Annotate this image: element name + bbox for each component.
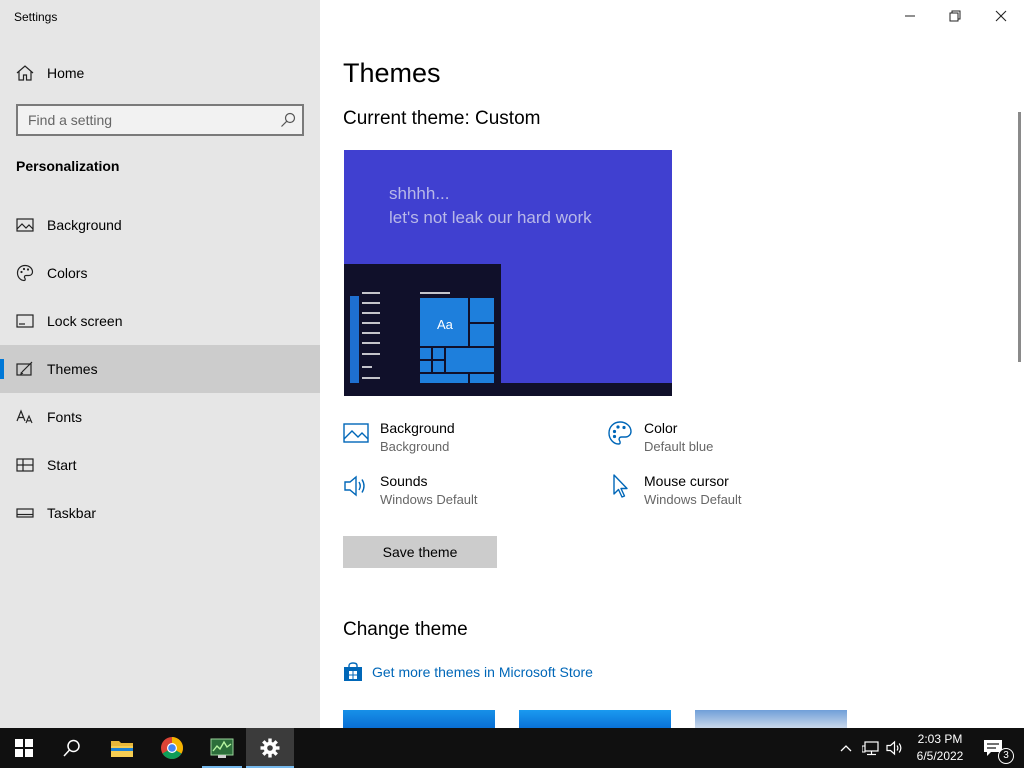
picture-icon xyxy=(343,423,369,443)
sidebar-item-lock-screen[interactable]: Lock screen xyxy=(0,297,320,345)
speaker-icon xyxy=(344,475,365,497)
chevron-up-icon xyxy=(840,745,852,752)
notification-count-badge: 3 xyxy=(998,748,1014,764)
active-indicator xyxy=(0,359,4,379)
sounds-option-value: Windows Default xyxy=(380,492,478,507)
search-icon[interactable] xyxy=(280,112,296,128)
speaker-icon xyxy=(886,740,902,756)
picture-icon xyxy=(16,218,34,232)
current-theme-label: Current theme: Custom xyxy=(343,108,541,129)
theme-thumbnail[interactable] xyxy=(343,710,495,728)
main-content: Themes Current theme: Custom shhhh... le… xyxy=(320,0,1024,728)
section-label-personalization: Personalization xyxy=(16,158,120,174)
minimize-button[interactable] xyxy=(887,0,933,32)
mouse-cursor-option-title: Mouse cursor xyxy=(644,473,729,489)
windows-logo-icon xyxy=(15,739,33,757)
sidebar-item-label: Fonts xyxy=(47,409,83,425)
palette-icon xyxy=(608,421,632,445)
file-explorer-button[interactable] xyxy=(98,728,146,768)
preview-text-line2: let's not leak our hard work xyxy=(389,208,592,227)
chrome-button[interactable] xyxy=(148,728,196,768)
themes-icon xyxy=(16,361,33,376)
search-button[interactable] xyxy=(48,728,96,768)
task-manager-button[interactable] xyxy=(198,728,246,768)
background-option-title: Background xyxy=(380,420,455,436)
app-title: Settings xyxy=(14,10,58,24)
clock-date: 6/5/2022 xyxy=(916,749,964,763)
sidebar-item-colors[interactable]: Colors xyxy=(0,249,320,297)
mouse-cursor-option-value: Windows Default xyxy=(644,492,742,507)
home-icon xyxy=(16,65,34,81)
settings-window: Settings Home Find a setting Personaliza… xyxy=(0,0,1024,768)
taskbar-icon xyxy=(16,508,34,518)
color-option-title: Color xyxy=(644,420,678,436)
preview-taskbar xyxy=(344,383,672,396)
store-bag-icon xyxy=(344,662,362,681)
folder-icon xyxy=(111,741,133,757)
volume-button[interactable] xyxy=(884,728,906,768)
palette-icon xyxy=(16,264,34,282)
theme-mouse-cursor-option[interactable]: Mouse cursor Windows Default xyxy=(607,473,807,513)
preview-start-menu xyxy=(344,264,501,396)
gear-icon xyxy=(260,738,280,758)
start-icon xyxy=(16,458,34,472)
minimize-icon xyxy=(905,15,915,17)
theme-color-option[interactable]: Color Default blue xyxy=(607,420,807,460)
scrollbar-thumb[interactable] xyxy=(1018,112,1021,362)
search-input[interactable]: Find a setting xyxy=(16,104,304,136)
settings-taskbar-button[interactable] xyxy=(246,728,294,768)
network-button[interactable] xyxy=(860,728,882,768)
theme-sounds-option[interactable]: Sounds Windows Default xyxy=(343,473,543,513)
sidebar-item-label: Lock screen xyxy=(47,313,123,329)
sidebar-item-fonts[interactable]: Fonts xyxy=(0,393,320,441)
sounds-option-title: Sounds xyxy=(380,473,428,489)
home-nav-item[interactable]: Home xyxy=(0,56,320,90)
show-hidden-icons-button[interactable] xyxy=(836,728,856,768)
sidebar-item-label: Colors xyxy=(47,265,88,281)
theme-thumbnail[interactable] xyxy=(519,710,671,728)
clock-time: 2:03 PM xyxy=(917,732,963,746)
theme-thumbnail[interactable] xyxy=(695,710,847,728)
save-theme-button[interactable]: Save theme xyxy=(343,536,497,568)
search-icon xyxy=(63,739,80,757)
home-label: Home xyxy=(47,65,85,81)
action-center-button[interactable]: 3 xyxy=(978,728,1014,768)
preview-text-line1: shhhh... xyxy=(389,184,450,203)
sidebar: Settings Home Find a setting Personaliza… xyxy=(0,0,320,728)
sidebar-item-label: Start xyxy=(47,457,77,473)
sidebar-item-themes[interactable]: Themes xyxy=(0,345,320,393)
close-icon xyxy=(995,10,1007,22)
page-title: Themes xyxy=(343,58,441,88)
lock-screen-icon xyxy=(16,314,34,328)
sidebar-item-label: Taskbar xyxy=(47,505,97,521)
restore-button[interactable] xyxy=(932,0,978,32)
start-button[interactable] xyxy=(0,728,48,768)
preview-start-menu-graphic xyxy=(350,292,494,388)
clock[interactable]: 2:03 PM 6/5/2022 xyxy=(906,731,974,765)
sidebar-item-label: Themes xyxy=(47,361,98,377)
task-manager-icon xyxy=(210,738,234,758)
search-placeholder: Find a setting xyxy=(28,112,113,128)
fonts-icon xyxy=(16,409,33,424)
sidebar-item-background[interactable]: Background xyxy=(0,201,320,249)
taskbar: 2:03 PM 6/5/2022 3 xyxy=(0,728,1024,768)
store-link-label: Get more themes in Microsoft Store xyxy=(372,664,593,680)
network-icon xyxy=(862,741,879,756)
theme-background-option[interactable]: Background Background xyxy=(343,420,543,460)
change-theme-heading: Change theme xyxy=(343,619,468,640)
mouse-cursor-icon xyxy=(613,474,628,498)
chrome-icon xyxy=(161,737,183,759)
color-option-value: Default blue xyxy=(644,439,714,454)
restore-icon xyxy=(949,10,961,22)
sidebar-item-label: Background xyxy=(47,217,122,233)
close-button[interactable] xyxy=(978,0,1024,32)
background-option-value: Background xyxy=(380,439,450,454)
theme-preview: shhhh... let's not leak our hard work Aa xyxy=(344,150,672,396)
sidebar-item-taskbar[interactable]: Taskbar xyxy=(0,489,320,537)
preview-tile-label: Aa xyxy=(437,317,453,332)
sidebar-item-start[interactable]: Start xyxy=(0,441,320,489)
